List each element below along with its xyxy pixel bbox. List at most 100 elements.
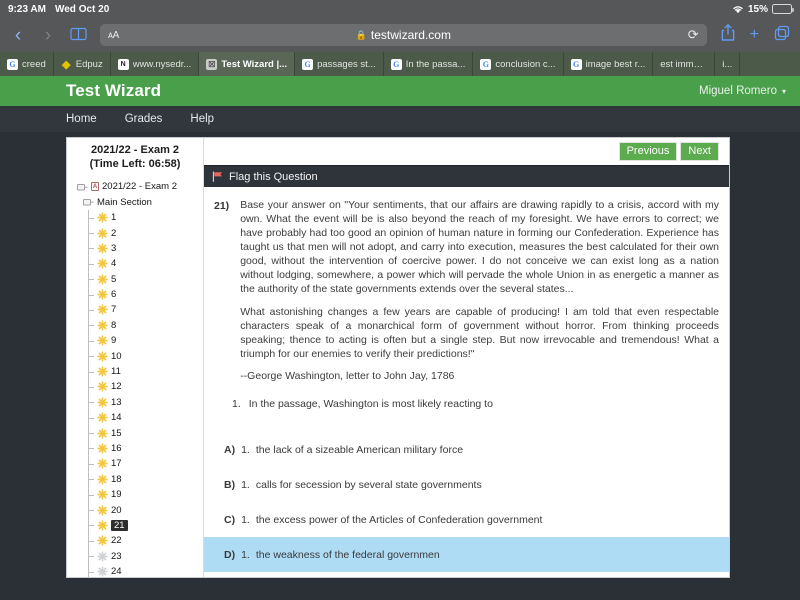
question-tree-number: 10 (111, 350, 122, 362)
question-tree-item[interactable]: 23 (67, 548, 203, 565)
passage-paragraph-2: What astonishing changes a few years are… (240, 305, 719, 360)
question-tree-item[interactable]: 8 (67, 317, 203, 334)
site-nav: Home Grades Help (0, 106, 800, 132)
question-tree-item[interactable]: 1 (67, 209, 203, 226)
browser-tab[interactable]: Gpassages st... (295, 52, 384, 76)
question-tree-item[interactable]: 2 (67, 225, 203, 242)
question-tree-item[interactable]: 5 (67, 271, 203, 288)
question-tree-number: 23 (111, 550, 122, 562)
question-tree-item[interactable]: 15 (67, 425, 203, 442)
answer-choice[interactable]: A) 1. the lack of a sizeable American mili… (214, 432, 719, 467)
question-tree-item[interactable]: 6 (67, 286, 203, 303)
question-tree-item[interactable]: 3 (67, 240, 203, 257)
question-tree-number: 1 (111, 212, 117, 224)
chevron-down-icon: ▾ (781, 86, 786, 96)
star-icon (97, 535, 108, 546)
star-icon (97, 504, 108, 516)
google-icon: G (7, 58, 18, 70)
question-tree-item[interactable]: 20 (67, 502, 203, 519)
answer-choice[interactable]: C) 1. the excess power of the Articles of … (214, 502, 719, 537)
question-tree-item[interactable]: 4 (67, 256, 203, 272)
browser-tab[interactable]: Gcreed (0, 52, 54, 76)
section-expand-icon[interactable] (83, 197, 94, 207)
book-icon[interactable] (70, 26, 87, 45)
nav-item-grades[interactable]: Grades (125, 113, 163, 125)
star-icon (97, 458, 108, 470)
address-bar[interactable]: ᴀA 🔒 testwizard.com ⟳ (100, 24, 707, 46)
stem-text: In the passage, Washington is most likel… (248, 398, 493, 411)
question-nav-bar: Previous Next (204, 138, 729, 165)
browser-tab[interactable]: Gimage best r... (564, 52, 654, 76)
browser-tab[interactable]: G In the passa... (384, 52, 474, 76)
nav-item-home[interactable]: Home (66, 113, 97, 125)
question-tree-number: 11 (111, 366, 121, 378)
browser-tab[interactable]: i... (715, 52, 741, 76)
browser-tab[interactable]: ◆ Edpuz (54, 52, 111, 76)
star-icon (97, 289, 108, 300)
question-tree-item[interactable]: 24 (67, 563, 203, 577)
question-tree-item[interactable]: 22 (67, 533, 203, 549)
flag-question-bar[interactable]: Flag this Question (204, 165, 729, 187)
answer-choices: A) 1. the lack of a sizeable American mili… (204, 432, 729, 573)
nav-item-help[interactable]: Help (190, 113, 214, 125)
question-tree-item[interactable]: 18 (67, 471, 203, 488)
question-tree-item[interactable]: 9 (67, 333, 203, 349)
browser-tab[interactable]: ☒ Test Wizard |... (199, 52, 296, 76)
battery-percent: 15% (747, 3, 768, 15)
choice-letter: C) (224, 513, 236, 526)
question-tree-item[interactable]: 11 (67, 363, 203, 380)
text-size-button[interactable]: ᴀA (108, 30, 119, 41)
choice-letter: B) (224, 478, 236, 491)
question-tree-item[interactable]: 12 (67, 379, 203, 396)
star-icon (97, 274, 108, 285)
tabs-icon[interactable] (774, 25, 790, 46)
share-icon[interactable] (721, 24, 735, 46)
question-tree-number: 2 (111, 227, 117, 239)
star-icon (97, 566, 108, 577)
next-button[interactable]: Next (680, 141, 719, 162)
browser-tab[interactable]: est immedi... (653, 52, 716, 76)
question-tree-item[interactable]: 7 (67, 302, 203, 319)
choice-index: 1. (241, 548, 250, 561)
nysed-icon: N (117, 58, 129, 70)
url-text: testwizard.com (370, 28, 451, 42)
question-tree-item[interactable]: 13 (67, 394, 203, 411)
passage-paragraph-1: Base your answer on "Your sentiments, th… (240, 199, 719, 295)
question-tree-number: 19 (111, 489, 122, 501)
question-tree-number: 6 (111, 289, 117, 301)
exam-title-block: 2021/22 - Exam 2 (Time Left: 06:58) (67, 138, 203, 176)
browser-tab[interactable]: Nwww.nysedr... (111, 52, 200, 76)
star-icon (97, 258, 108, 269)
tree-root-label: 2021/22 - Exam 2 (102, 181, 177, 193)
question-stem: 1. In the passage, Washington is most li… (232, 398, 719, 410)
question-tree-item[interactable]: 17 (67, 456, 203, 472)
question-tree-item[interactable]: 19 (67, 486, 203, 503)
forward-icon[interactable]: › (40, 26, 56, 45)
previous-button[interactable]: Previous (618, 141, 678, 162)
choice-index: 1. (241, 478, 250, 491)
question-tree-item[interactable]: 21 (67, 517, 203, 534)
question-tree-number: 3 (111, 242, 117, 254)
google-icon: G (480, 58, 492, 70)
answer-choice[interactable]: B) 1. calls for secession by several state… (214, 467, 719, 502)
back-icon[interactable]: ‹ (10, 26, 26, 45)
google-icon: G (570, 58, 582, 70)
question-tree-item[interactable]: 10 (67, 348, 203, 365)
tree-root-row[interactable]: A 2021/22 - Exam 2 (67, 179, 203, 194)
tree-section-row[interactable]: Main Section (67, 195, 203, 210)
browser-tab-title: Test Wizard |... (221, 58, 288, 70)
browser-tab[interactable]: Gconclusion c... (473, 52, 564, 76)
browser-tab-title: www.nysedr... (132, 58, 192, 70)
plus-icon[interactable]: + (750, 26, 759, 44)
reload-icon[interactable]: ⟳ (688, 27, 699, 43)
question-tree-item[interactable]: 16 (67, 440, 203, 457)
browser-tab-title: creed (22, 58, 46, 70)
question-tree-number: 21 (111, 519, 128, 531)
question-tree-number: 22 (111, 535, 122, 547)
browser-tab-strip: Gcreed ◆ Edpuz Nwww.nysedr... ☒ Test Wizard |… (0, 52, 800, 76)
expand-toggle-icon[interactable] (77, 182, 88, 192)
user-menu[interactable]: Miguel Romero ▾ (699, 85, 786, 97)
question-tree-item[interactable]: 14 (67, 410, 203, 426)
question-passage: Base your answer on "Your sentiments, th… (240, 199, 719, 384)
answer-choice[interactable]: D) 1. the weakness of the federal governme… (204, 537, 729, 573)
